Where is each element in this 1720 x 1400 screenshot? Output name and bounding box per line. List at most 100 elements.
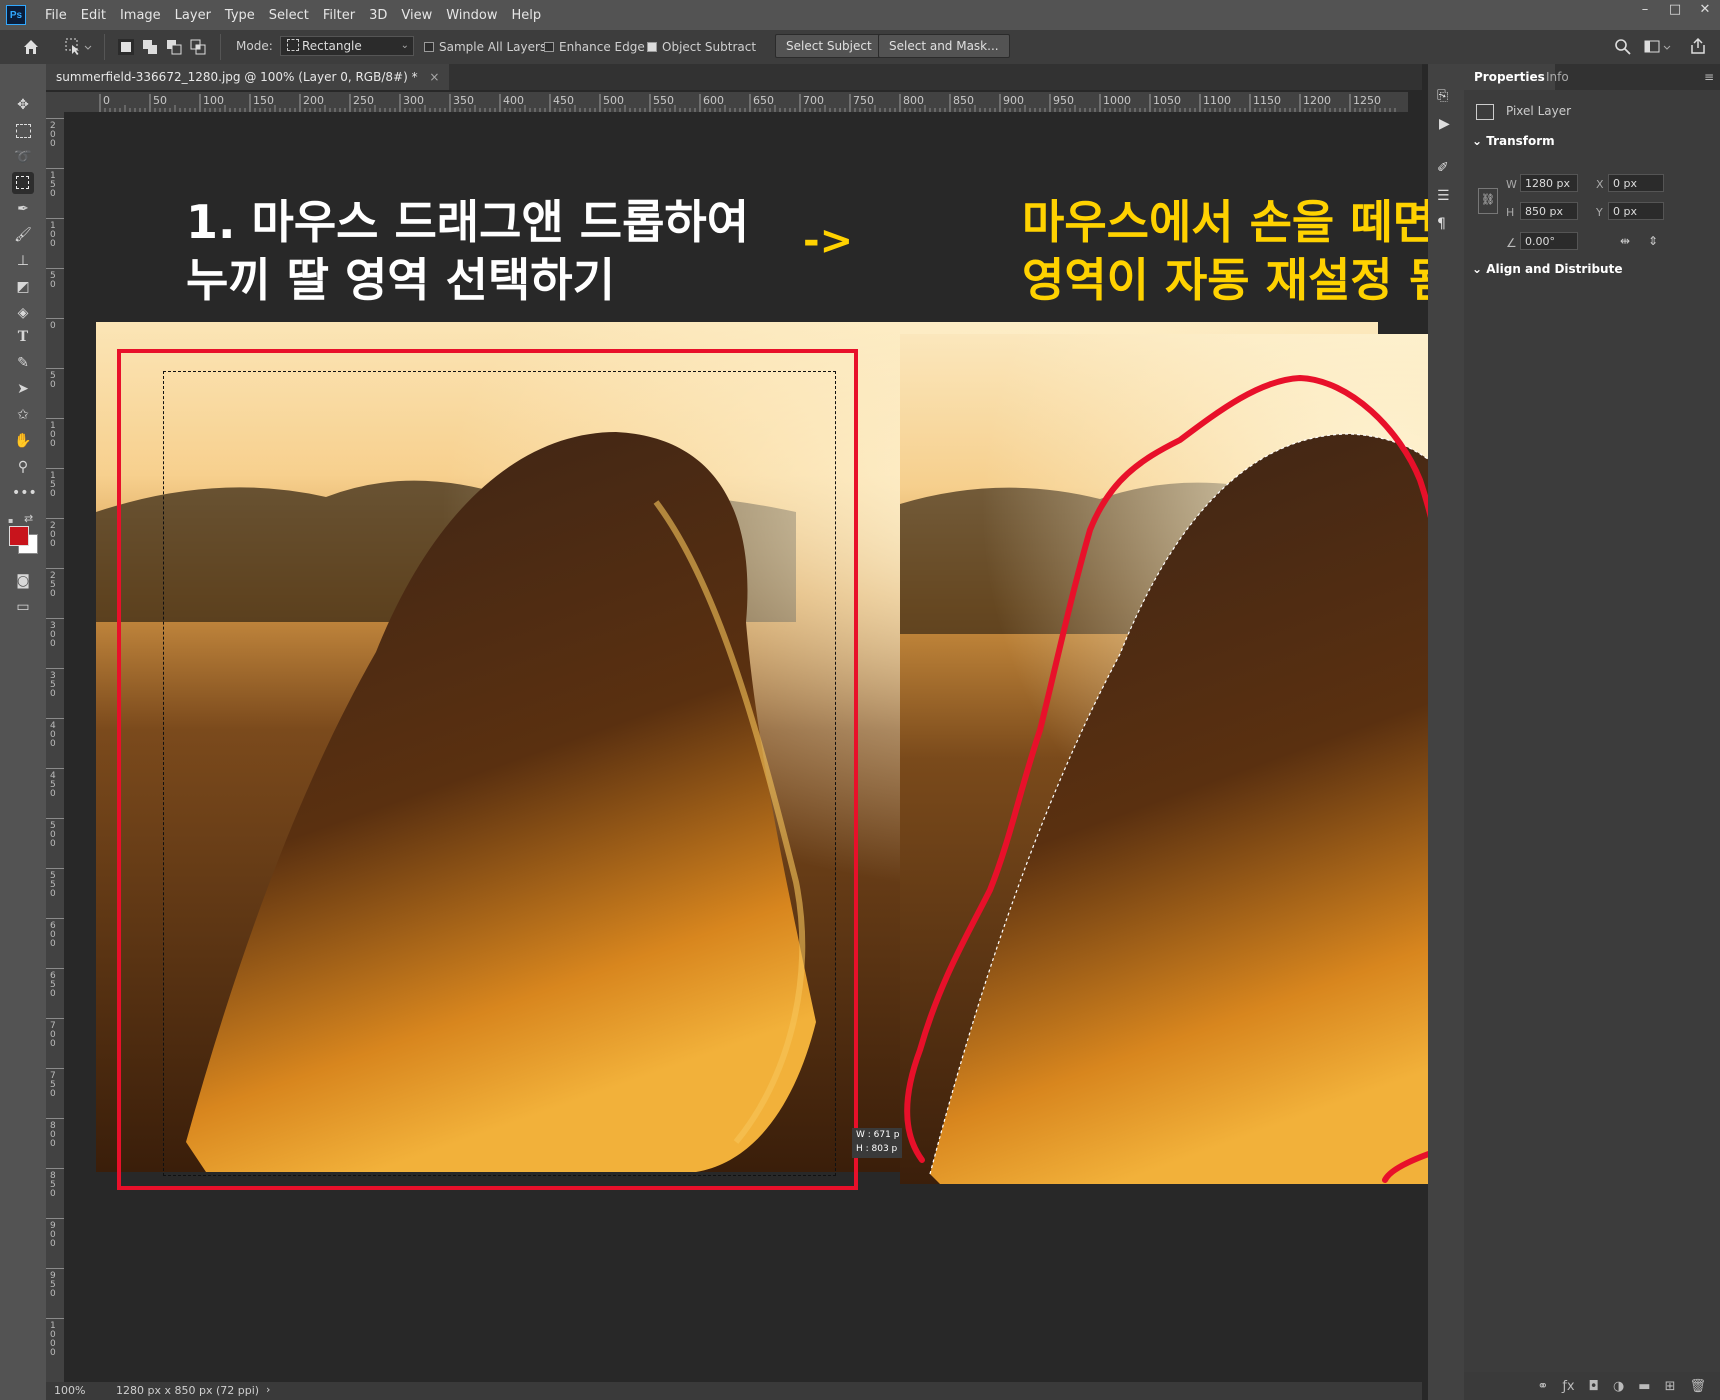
layer-type-label: Pixel Layer [1506, 104, 1572, 118]
mode-value: Rectangle [302, 39, 362, 53]
more-tools-icon[interactable]: ••• [12, 482, 37, 504]
eyedropper-tool-icon[interactable]: ✒ [12, 198, 34, 220]
type-tool-icon[interactable]: T [12, 326, 34, 348]
status-bar: 100% 1280 px x 850 px (72 ppi) › [46, 1382, 1422, 1400]
trash-icon[interactable]: 🗑 [1689, 1379, 1706, 1394]
lasso-tool-icon[interactable]: ➰ [12, 146, 34, 168]
menu-3d[interactable]: 3D [362, 8, 394, 23]
photoshop-logo[interactable]: Ps [6, 5, 26, 25]
zoom-level[interactable]: 100% [54, 1384, 85, 1397]
panel-menu-icon[interactable]: ≡ [1704, 70, 1714, 84]
ruler-label: 500 [50, 821, 56, 849]
status-arrow-icon[interactable]: › [266, 1383, 270, 1396]
move-tool-icon[interactable]: ✥ [12, 94, 34, 116]
menu-select[interactable]: Select [262, 8, 316, 23]
home-icon[interactable] [20, 36, 42, 58]
menu-help[interactable]: Help [505, 8, 549, 23]
menu-list: File Edit Image Layer Type Select Filter… [38, 0, 548, 30]
brush-settings-icon[interactable]: ✐ [1437, 160, 1449, 176]
enhance-edge-checkbox[interactable]: Enhance Edge [544, 40, 645, 54]
minimize-button[interactable]: – [1630, 0, 1660, 22]
history-icon[interactable]: ⎘ [1437, 88, 1448, 104]
swap-colors-icon[interactable]: ⇄ [24, 512, 33, 525]
eraser-tool-icon[interactable]: ◩ [12, 276, 34, 298]
subtract-selection-icon[interactable] [166, 39, 182, 55]
quick-mask-icon[interactable]: ◙ [12, 570, 34, 592]
select-and-mask-button[interactable]: Select and Mask... [878, 34, 1010, 58]
ruler-label: 750 [853, 94, 874, 107]
close-window-button[interactable]: ✕ [1690, 0, 1720, 22]
y-field[interactable]: 0 px [1608, 202, 1664, 220]
folder-icon[interactable]: ▬ [1638, 1379, 1650, 1394]
stamp-tool-icon[interactable]: ⊥ [12, 250, 34, 272]
object-selection-tool-icon[interactable] [64, 37, 94, 57]
zoom-tool-icon[interactable]: ⚲ [12, 456, 34, 478]
paragraph-icon[interactable]: ¶ [1437, 216, 1446, 232]
ruler-label: 250 [353, 94, 374, 107]
link-dimensions-icon[interactable]: ⛓ [1478, 188, 1498, 214]
ruler-label: 1250 [1353, 94, 1381, 107]
x-field[interactable]: 0 px [1608, 174, 1664, 192]
sample-all-layers-checkbox[interactable]: Sample All Layers [424, 40, 546, 54]
object-subtract-checkbox[interactable]: Object Subtract [647, 40, 756, 54]
menu-edit[interactable]: Edit [74, 8, 113, 23]
object-selection-tool-icon[interactable] [12, 172, 34, 194]
ruler-label: 50 [50, 371, 56, 390]
brush-tool-icon[interactable]: 🖌 [12, 224, 34, 246]
ruler-tick [46, 1218, 64, 1219]
angle-field[interactable]: 0.00° [1520, 232, 1578, 250]
ruler-tick [46, 1168, 64, 1169]
ruler-label: 800 [50, 1121, 56, 1149]
align-distribute-section[interactable]: ⌄ Align and Distribute [1472, 262, 1622, 276]
pen-tool-icon[interactable]: ✎ [12, 352, 34, 374]
search-icon[interactable] [1614, 38, 1632, 56]
actions-play-icon[interactable]: ▶ [1439, 116, 1450, 132]
hand-tool-icon[interactable]: ✋ [12, 430, 34, 452]
adjustment-layer-icon[interactable]: ◑ [1613, 1379, 1624, 1394]
flip-vertical-icon[interactable]: ⇕ [1648, 234, 1658, 248]
mask-icon[interactable]: ◘ [1589, 1379, 1599, 1394]
menu-image[interactable]: Image [113, 8, 168, 23]
width-field[interactable]: 1280 px [1520, 174, 1578, 192]
vertical-ruler[interactable]: 200 150 100 50 0 50 100 150 200 250 300 350 400 450 50… [46, 112, 64, 1382]
menu-type[interactable]: Type [218, 8, 262, 23]
marquee-tool-icon[interactable] [12, 120, 34, 142]
menu-file[interactable]: File [38, 8, 74, 23]
tab-info[interactable]: Info [1546, 64, 1569, 90]
height-field[interactable]: 850 px [1520, 202, 1578, 220]
menu-filter[interactable]: Filter [316, 8, 362, 23]
ruler-tick [46, 968, 64, 969]
menu-view[interactable]: View [394, 8, 439, 23]
default-colors-icon[interactable]: ▪ [8, 516, 20, 525]
select-subject-button[interactable]: Select Subject [775, 34, 883, 58]
new-selection-icon[interactable] [118, 39, 134, 55]
intersect-selection-icon[interactable] [190, 39, 206, 55]
screen-mode-icon[interactable]: ▭ [12, 596, 34, 618]
shape-tool-icon[interactable]: ✩ [12, 404, 34, 426]
x-label: X [1596, 178, 1604, 191]
link-layers-icon[interactable]: ⚭ [1537, 1379, 1548, 1394]
paint-bucket-tool-icon[interactable]: ◈ [12, 302, 34, 324]
foreground-color-swatch[interactable] [9, 526, 29, 546]
mode-select[interactable]: Rectangle ⌄ [280, 36, 414, 56]
maximize-button[interactable]: □ [1660, 0, 1690, 22]
path-selection-tool-icon[interactable]: ➤ [12, 378, 34, 400]
workspace-icon[interactable] [1644, 38, 1674, 56]
ruler-origin[interactable] [46, 92, 64, 112]
menu-window[interactable]: Window [439, 8, 504, 23]
share-icon[interactable] [1688, 36, 1708, 56]
adjustments-icon[interactable]: ☰ [1437, 188, 1450, 204]
document-tab[interactable]: summerfield-336672_1280.jpg @ 100% (Laye… [46, 64, 450, 90]
horizontal-ruler[interactable]: 0 50 100 150 200 250 300 350 400 450 500 550 600 650 7… [64, 92, 1408, 112]
transform-section[interactable]: ⌄ Transform [1472, 134, 1555, 148]
tab-close-icon[interactable]: × [429, 70, 439, 84]
menu-layer[interactable]: Layer [168, 8, 218, 23]
new-layer-icon[interactable]: ⊞ [1665, 1379, 1676, 1394]
tab-properties[interactable]: Properties [1464, 64, 1555, 90]
add-selection-icon[interactable] [142, 39, 158, 55]
ruler-tick [46, 518, 64, 519]
ruler-label: 300 [403, 94, 424, 107]
flip-horizontal-icon[interactable]: ⇹ [1620, 234, 1630, 248]
fx-icon[interactable]: ƒx [1562, 1379, 1574, 1394]
width-label: W [1506, 178, 1517, 191]
